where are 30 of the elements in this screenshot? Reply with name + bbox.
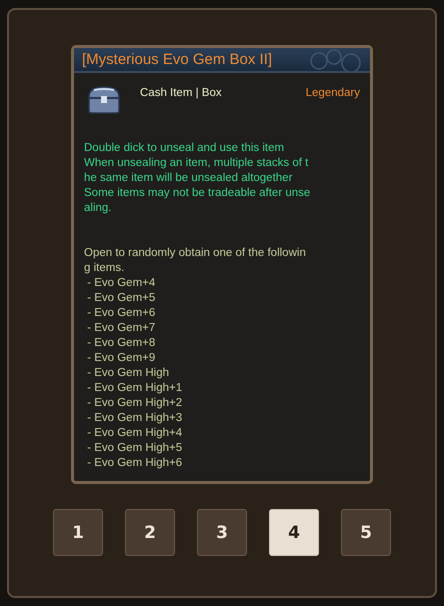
contents-line: - Evo Gem High+1	[86, 381, 184, 396]
page-button[interactable]: 2	[125, 509, 175, 556]
chest-icon	[86, 85, 122, 115]
contents-line: - Evo Gem+7	[86, 321, 156, 336]
description-line: he same item will be unsealed altogether	[84, 171, 294, 186]
item-category: Cash Item | Box	[140, 87, 223, 99]
cloud-pattern-icon	[310, 49, 362, 71]
description-line: Double dick to unseal and use this item	[84, 141, 286, 156]
description-line: Some items may not be tradeable after unse	[84, 186, 312, 201]
contents-line: - Evo Gem High+4	[86, 426, 184, 441]
description-line: When unsealing an item, multiple stacks of t	[84, 156, 310, 171]
contents-line: - Evo Gem+9	[86, 351, 156, 366]
contents-line: - Evo Gem High+2	[86, 396, 184, 411]
contents-line: - Evo Gem+6	[86, 306, 156, 321]
item-title: [Mysterious Evo Gem Box II]	[82, 51, 272, 68]
contents-line: - Evo Gem+4	[86, 276, 156, 291]
contents-line: Open to randomly obtain one of the followin	[84, 246, 307, 261]
page-button[interactable]: 4	[269, 509, 319, 556]
page-button[interactable]: 5	[341, 509, 391, 556]
contents-line: - Evo Gem+5	[86, 291, 156, 306]
item-rarity: Legendary	[306, 87, 360, 99]
contents-line: g items.	[84, 261, 126, 276]
description-line: aling.	[84, 201, 112, 216]
contents-line: - Evo Gem High+3	[86, 411, 184, 426]
contents-line: - Evo Gem High	[86, 366, 170, 381]
contents-line: - Evo Gem High+6	[86, 456, 184, 471]
page-button[interactable]: 1	[53, 509, 103, 556]
contents-line: - Evo Gem High+5	[86, 441, 184, 456]
contents-line: - Evo Gem+8	[86, 336, 156, 351]
page-button[interactable]: 3	[197, 509, 247, 556]
